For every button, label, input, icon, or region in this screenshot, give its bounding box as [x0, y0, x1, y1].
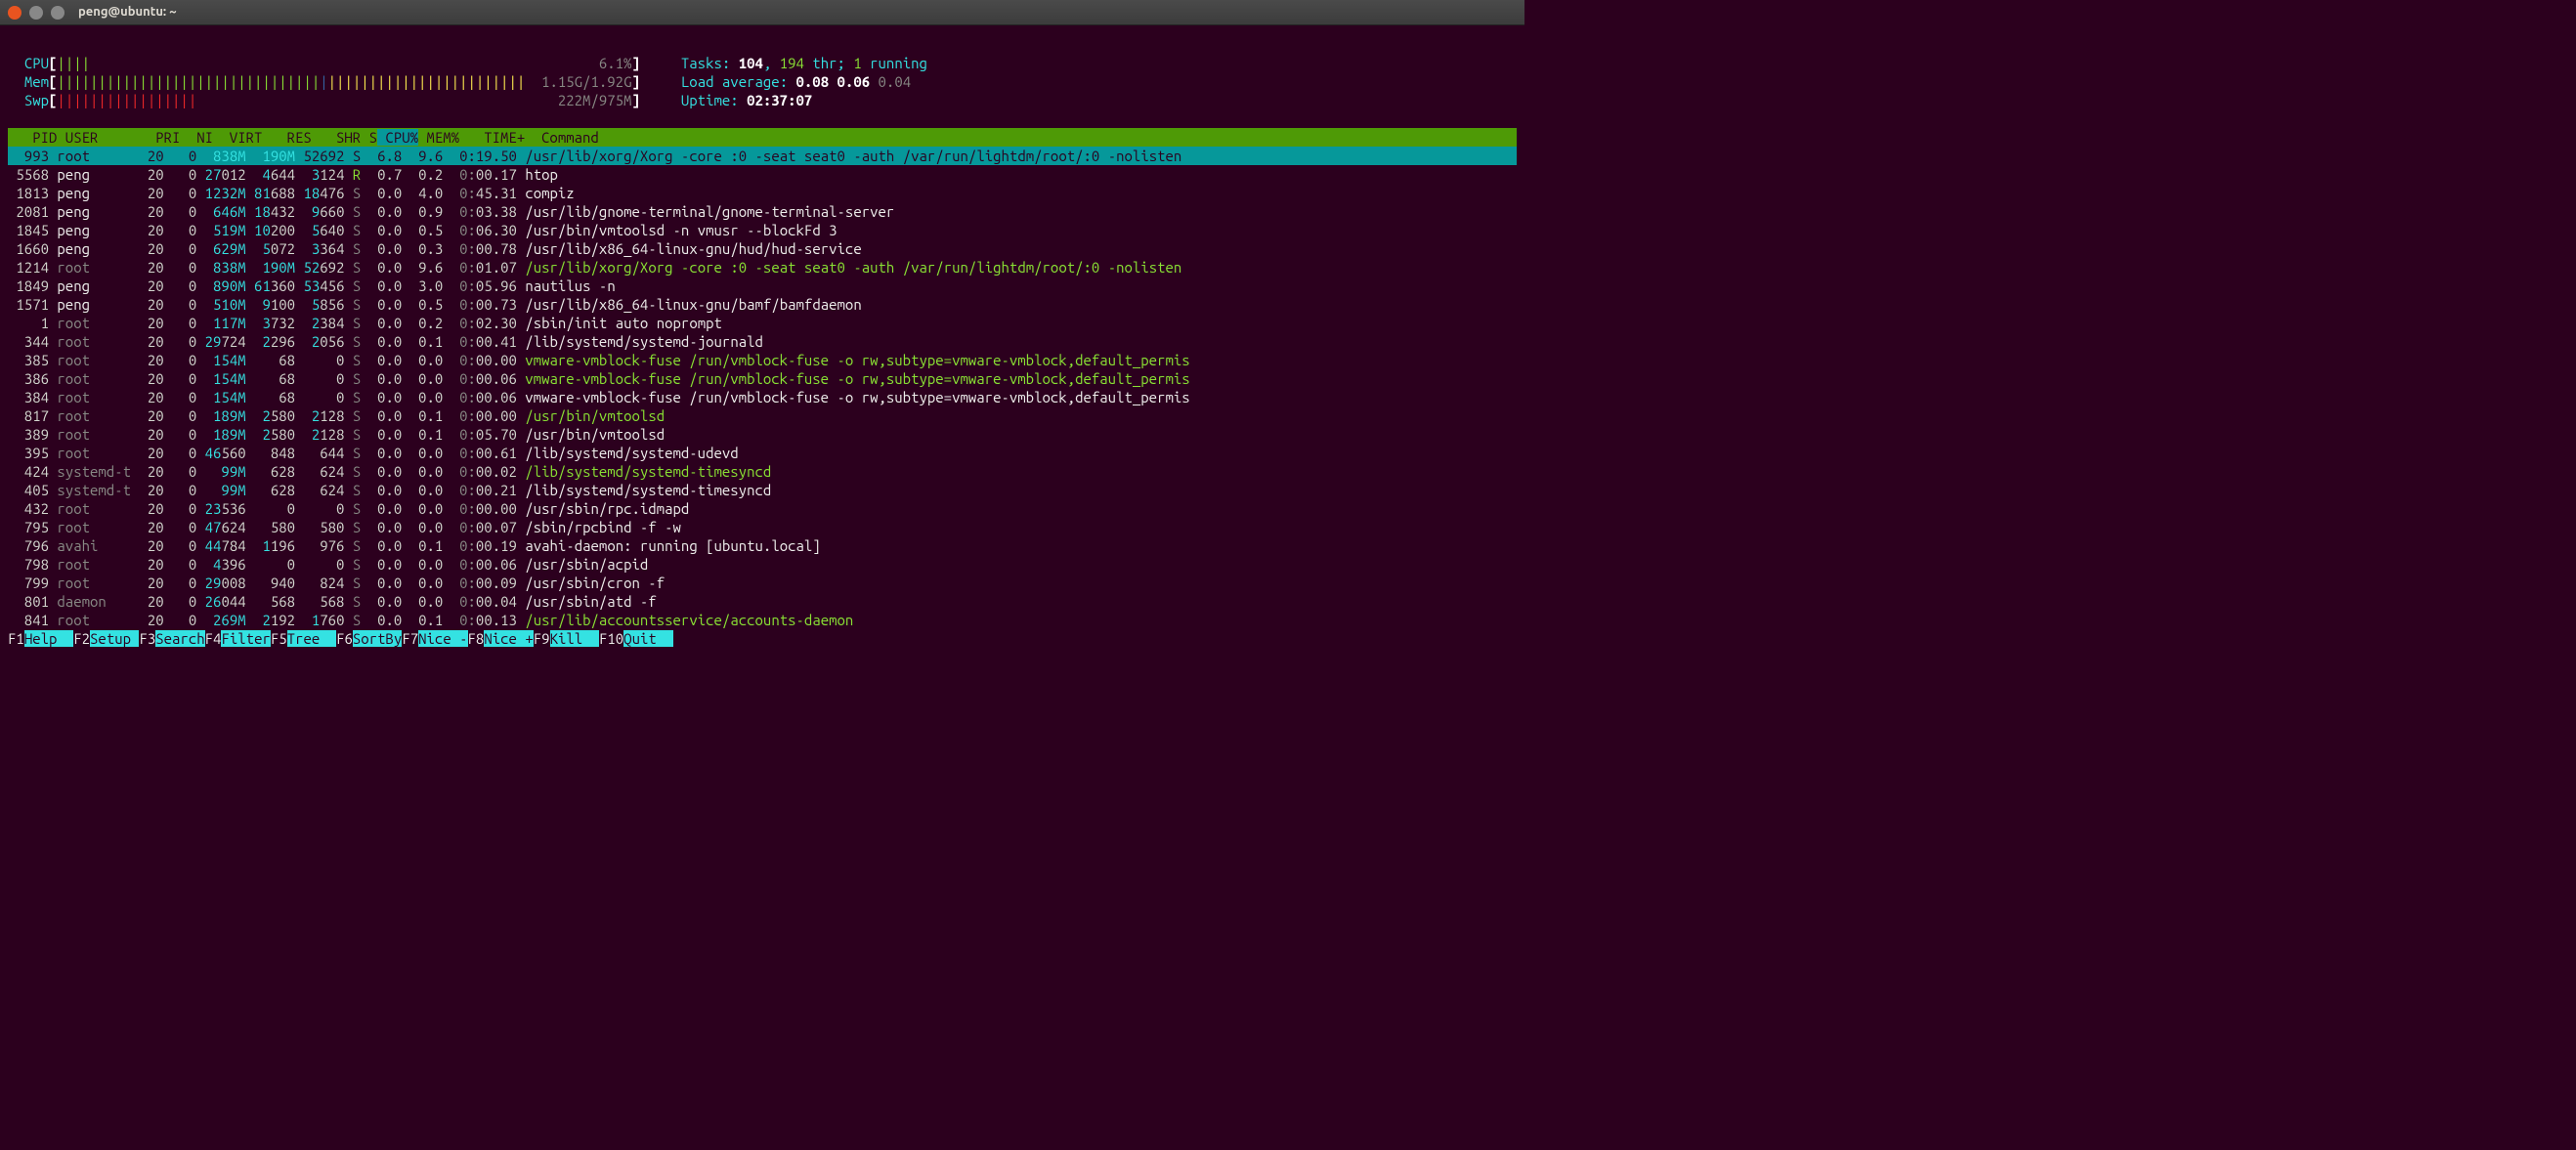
fkey-F8[interactable]: F8: [468, 630, 485, 647]
fkey-label: Quit: [623, 630, 672, 647]
process-row[interactable]: 386 root 20 0 154M 68 0 S 0.0 0.0 0:00.0…: [8, 369, 1517, 388]
fkey-F4[interactable]: F4: [205, 630, 222, 647]
fkey-F5[interactable]: F5: [271, 630, 287, 647]
fkey-label: Help: [24, 630, 73, 647]
fkey-label: Nice -: [418, 630, 467, 647]
window-titlebar: peng@ubuntu: ~: [0, 0, 1524, 25]
process-row[interactable]: 801 daemon 20 0 26044 568 568 S 0.0 0.0 …: [8, 592, 1517, 611]
process-row[interactable]: 1 root 20 0 117M 3732 2384 S 0.0 0.2 0:0…: [8, 314, 1517, 332]
process-row[interactable]: 1849 peng 20 0 890M 61360 53456 S 0.0 3.…: [8, 277, 1517, 295]
fkey-label: Kill: [550, 630, 599, 647]
process-row[interactable]: 799 root 20 0 29008 940 824 S 0.0 0.0 0:…: [8, 574, 1517, 592]
process-row[interactable]: 1845 peng 20 0 519M 10200 5640 S 0.0 0.5…: [8, 221, 1517, 239]
swp-meter: Swp[||||||||||||||||| 222M/975M] Uptime:…: [8, 91, 1517, 109]
process-row[interactable]: 1813 peng 20 0 1232M 81688 18476 S 0.0 4…: [8, 184, 1517, 202]
window-maximize-button[interactable]: [51, 6, 64, 20]
footer-bar: F1Help F2Setup F3SearchF4FilterF5Tree F6…: [8, 629, 1517, 648]
window-close-button[interactable]: [8, 6, 21, 20]
process-row[interactable]: 385 root 20 0 154M 68 0 S 0.0 0.0 0:00.0…: [8, 351, 1517, 369]
process-row[interactable]: 1660 peng 20 0 629M 5072 3364 S 0.0 0.3 …: [8, 239, 1517, 258]
process-row[interactable]: 5568 peng 20 0 27012 4644 3124 R 0.7 0.2…: [8, 165, 1517, 184]
cpu-meter: CPU[|||| 6.1%] Tasks: 104, 194 thr; 1 ru…: [8, 54, 1517, 72]
process-row[interactable]: 405 systemd-t 20 0 99M 628 624 S 0.0 0.0…: [8, 481, 1517, 499]
fkey-label: Setup: [90, 630, 139, 647]
terminal-area[interactable]: CPU[|||| 6.1%] Tasks: 104, 194 thr; 1 ru…: [0, 25, 1524, 648]
fkey-label: Filter: [221, 630, 270, 647]
process-row[interactable]: 2081 peng 20 0 646M 18432 9660 S 0.0 0.9…: [8, 202, 1517, 221]
process-row[interactable]: 384 root 20 0 154M 68 0 S 0.0 0.0 0:00.0…: [8, 388, 1517, 406]
process-row[interactable]: 1214 root 20 0 838M 190M 52692 S 0.0 9.6…: [8, 258, 1517, 277]
fkey-F7[interactable]: F7: [402, 630, 418, 647]
fkey-label: Search: [155, 630, 204, 647]
fkey-label: Tree: [287, 630, 336, 647]
fkey-label: Nice +: [484, 630, 533, 647]
process-row[interactable]: 432 root 20 0 23536 0 0 S 0.0 0.0 0:00.0…: [8, 499, 1517, 518]
process-header[interactable]: PID USER PRI NI VIRT RES SHR S CPU% MEM%…: [8, 128, 1517, 147]
process-row[interactable]: 395 root 20 0 46560 848 644 S 0.0 0.0 0:…: [8, 444, 1517, 462]
process-row[interactable]: 1571 peng 20 0 510M 9100 5856 S 0.0 0.5 …: [8, 295, 1517, 314]
process-row[interactable]: 841 root 20 0 269M 2192 1760 S 0.0 0.1 0…: [8, 611, 1517, 629]
process-row[interactable]: 344 root 20 0 29724 2296 2056 S 0.0 0.1 …: [8, 332, 1517, 351]
fkey-F1[interactable]: F1: [8, 630, 24, 647]
fkey-F3[interactable]: F3: [139, 630, 155, 647]
fkey-F9[interactable]: F9: [534, 630, 550, 647]
fkey-F6[interactable]: F6: [336, 630, 353, 647]
mem-meter: Mem[||||||||||||||||||||||||||||||||||||…: [8, 72, 1517, 91]
process-row[interactable]: 795 root 20 0 47624 580 580 S 0.0 0.0 0:…: [8, 518, 1517, 536]
window-minimize-button[interactable]: [29, 6, 43, 20]
process-row[interactable]: 817 root 20 0 189M 2580 2128 S 0.0 0.1 0…: [8, 406, 1517, 425]
process-row[interactable]: 993 root 20 0 838M 190M 52692 S 6.8 9.6 …: [8, 147, 1517, 165]
window-title: peng@ubuntu: ~: [78, 3, 177, 21]
process-row[interactable]: 796 avahi 20 0 44784 1196 976 S 0.0 0.1 …: [8, 536, 1517, 555]
process-row[interactable]: 424 systemd-t 20 0 99M 628 624 S 0.0 0.0…: [8, 462, 1517, 481]
process-row[interactable]: 798 root 20 0 4396 0 0 S 0.0 0.0 0:00.06…: [8, 555, 1517, 574]
fkey-F2[interactable]: F2: [73, 630, 90, 647]
fkey-label: SortBy: [353, 630, 402, 647]
process-row[interactable]: 389 root 20 0 189M 2580 2128 S 0.0 0.1 0…: [8, 425, 1517, 444]
fkey-F10[interactable]: F10: [599, 630, 623, 647]
